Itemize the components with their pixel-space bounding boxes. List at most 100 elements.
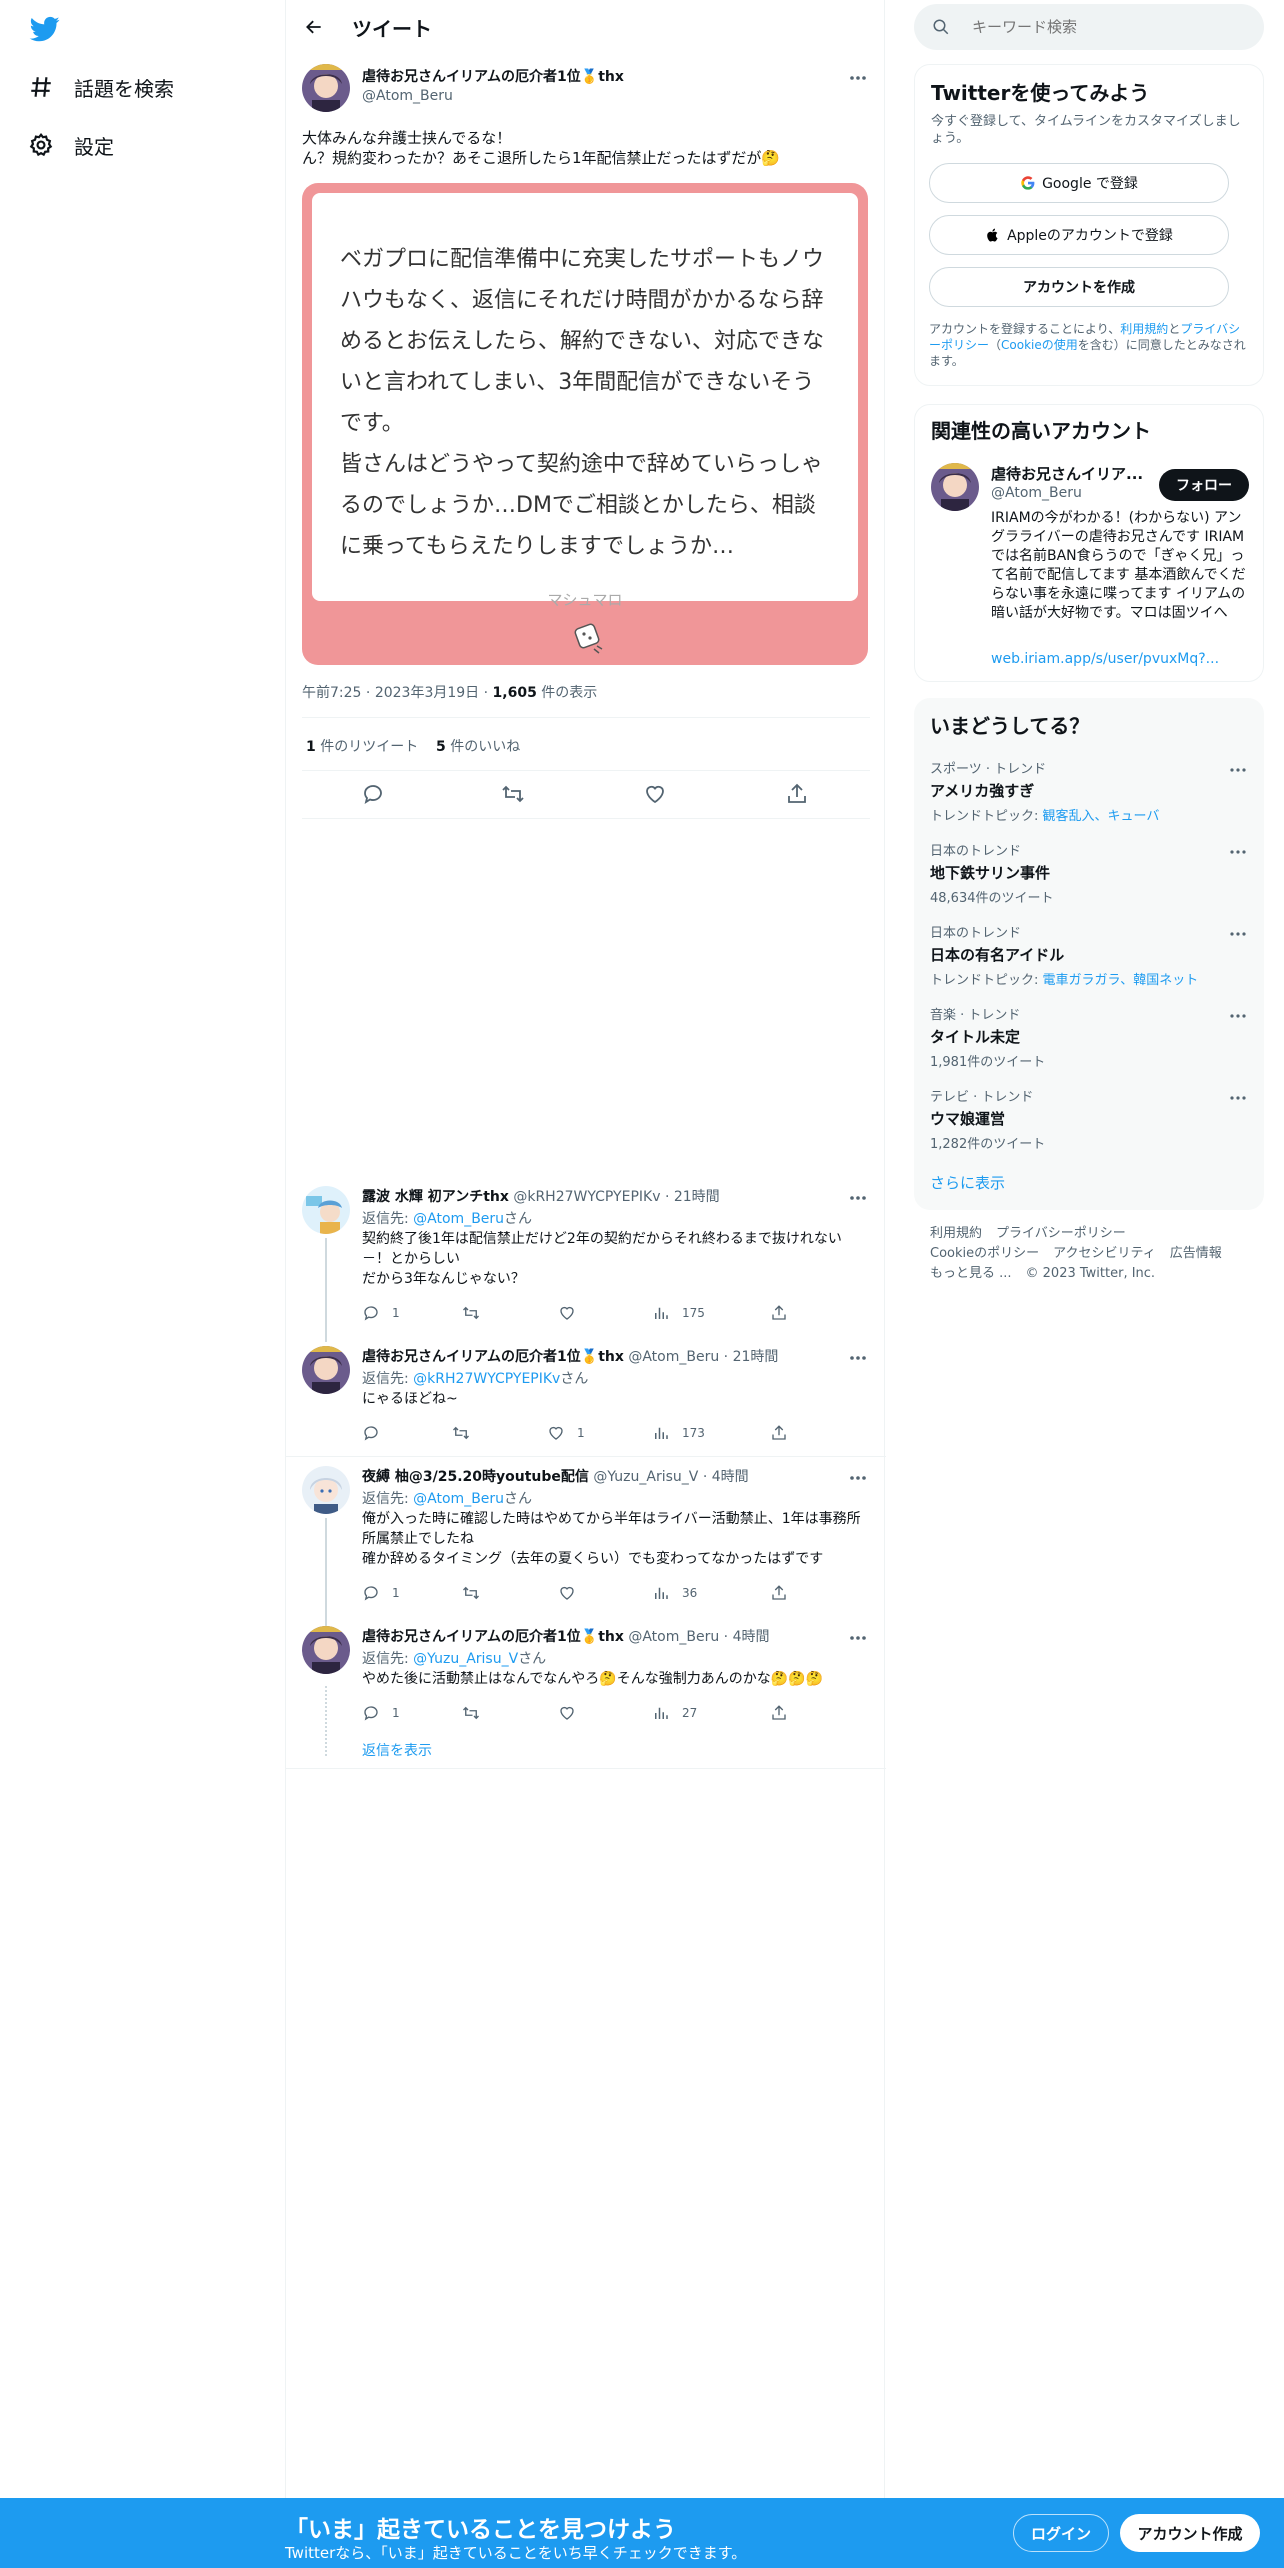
search-box[interactable]	[914, 4, 1264, 50]
retweet-button[interactable]	[462, 1584, 492, 1602]
share-button[interactable]	[770, 1584, 800, 1602]
reply-author-name[interactable]: 夜縛 柚@3/25.20時youtube配信	[362, 1469, 589, 1485]
avatar[interactable]	[302, 1626, 350, 1674]
retweets-stat[interactable]: 1 件のリツイート	[306, 739, 418, 755]
tweet-author-name[interactable]: 虐待お兄さんイリアムの厄介者1位🥇thx	[362, 66, 624, 86]
share-button[interactable]	[770, 1704, 800, 1722]
reply-author-handle[interactable]: @Atom_Beru	[628, 1629, 719, 1645]
apple-signup-button[interactable]: Appleのアカウントで登録	[929, 215, 1229, 255]
likes-stat[interactable]: 5 件のいいね	[436, 739, 520, 755]
avatar[interactable]	[931, 463, 979, 511]
marshmallow-image[interactable]: ベガプロに配信準備中に充実したサポートもノウハウもなく、返信にそれだけ時間がかか…	[302, 183, 868, 665]
share-icon[interactable]	[785, 782, 809, 806]
views-button[interactable]: 36	[652, 1584, 697, 1602]
share-button[interactable]	[770, 1424, 800, 1442]
avatar[interactable]	[302, 64, 350, 112]
reply-time[interactable]: 4時間	[733, 1629, 770, 1645]
more-options-icon[interactable]	[846, 1186, 870, 1210]
nav-explore[interactable]: 話題を検索	[28, 67, 174, 107]
trend-item[interactable]: 日本のトレンド 日本の有名アイドル トレンドトピック: 電車ガラガラ、韓国ネット	[930, 922, 1248, 988]
more-options-icon[interactable]	[1228, 1006, 1248, 1026]
footer-ads-link[interactable]: 広告情報	[1170, 1246, 1222, 1261]
like-button[interactable]	[558, 1304, 588, 1322]
retweet-button[interactable]	[462, 1704, 492, 1722]
like-button[interactable]	[558, 1704, 588, 1722]
trend-item[interactable]: テレビ · トレンド ウマ娘運営 1,282件のツイート	[930, 1086, 1248, 1152]
reply-button[interactable]: 1	[362, 1584, 400, 1602]
reply-time[interactable]: 21時間	[674, 1189, 720, 1205]
cookie-link[interactable]: Cookieの使用	[1001, 338, 1078, 352]
footer-cookie-link[interactable]: Cookieのポリシー	[930, 1246, 1039, 1261]
reply-button[interactable]	[362, 1424, 392, 1442]
avatar[interactable]	[302, 1466, 350, 1514]
reply-button[interactable]: 1	[362, 1304, 400, 1322]
reply-author-handle[interactable]: @kRH27WYCPYEPIKv	[513, 1189, 660, 1205]
follow-button[interactable]: フォロー	[1159, 469, 1249, 501]
create-account-button[interactable]: アカウントを作成	[929, 267, 1229, 307]
signup-button[interactable]: アカウント作成	[1120, 2514, 1260, 2552]
footer-more-link[interactable]: もっと見る ...	[930, 1266, 1012, 1281]
reply-time[interactable]: 21時間	[733, 1349, 779, 1365]
show-more-trends-link[interactable]: さらに表示	[930, 1172, 1005, 1193]
views-button[interactable]: 27	[652, 1704, 697, 1722]
marshmallow-footer: マシュマロ	[547, 591, 623, 609]
retweet-icon[interactable]	[501, 782, 525, 806]
terms-link[interactable]: 利用規約	[1120, 322, 1168, 336]
login-button[interactable]: ログイン	[1013, 2514, 1109, 2552]
reply-author-name[interactable]: 虐待お兄さんイリアムの厄介者1位🥇thx	[362, 1629, 624, 1645]
reply-author-handle[interactable]: @Atom_Beru	[628, 1349, 719, 1365]
views-button[interactable]: 173	[652, 1424, 705, 1442]
more-options-icon[interactable]	[846, 66, 870, 90]
more-options-icon[interactable]	[846, 1466, 870, 1490]
reply-to-link[interactable]: @Yuzu_Arisu_V	[413, 1651, 518, 1667]
reply-to-link[interactable]: @kRH27WYCPYEPIKv	[413, 1371, 560, 1387]
related-account-name[interactable]: 虐待お兄さんイリア...	[991, 463, 1151, 484]
marshmallow-text: ベガプロに配信準備中に充実したサポートもノウハウもなく、返信にそれだけ時間がかか…	[340, 239, 836, 567]
trend-item[interactable]: 音楽 · トレンド タイトル未定 1,981件のツイート	[930, 1004, 1248, 1070]
tweet-author-handle[interactable]: @Atom_Beru	[362, 88, 453, 104]
footer-privacy-link[interactable]: プライバシーポリシー	[996, 1226, 1126, 1241]
retweet-button[interactable]	[452, 1424, 482, 1442]
trend-item[interactable]: 日本のトレンド 地下鉄サリン事件 48,634件のツイート	[930, 840, 1248, 906]
related-account-link[interactable]: web.iriam.app/s/user/pvuxMq?...	[991, 651, 1219, 667]
more-options-icon[interactable]	[1228, 760, 1248, 780]
reply-author-name[interactable]: 露波 水輝 初アンチthx	[362, 1189, 509, 1205]
related-account-handle[interactable]: @Atom_Beru	[991, 485, 1082, 501]
reply-to-link[interactable]: @Atom_Beru	[413, 1211, 504, 1227]
footer-terms-link[interactable]: 利用規約	[930, 1226, 982, 1241]
more-options-icon[interactable]	[846, 1626, 870, 1650]
avatar[interactable]	[302, 1186, 350, 1234]
back-button[interactable]	[296, 9, 332, 45]
twitter-logo-icon[interactable]	[28, 14, 62, 44]
reply-time[interactable]: 4時間	[712, 1469, 749, 1485]
more-options-icon[interactable]	[846, 1346, 870, 1370]
reply-author-name[interactable]: 虐待お兄さんイリアムの厄介者1位🥇thx	[362, 1349, 624, 1365]
like-button[interactable]	[558, 1584, 588, 1602]
show-replies-link[interactable]: 返信を表示	[362, 1740, 432, 1760]
nav-settings[interactable]: 設定	[28, 125, 114, 165]
reply-button[interactable]: 1	[362, 1704, 400, 1722]
reply-header: 虐待お兄さんイリアムの厄介者1位🥇thx @Atom_Beru · 21時間	[362, 1349, 779, 1365]
more-options-icon[interactable]	[1228, 924, 1248, 944]
views-button[interactable]: 175	[652, 1304, 705, 1322]
retweet-button[interactable]	[462, 1304, 492, 1322]
signup-panel-title: Twitterを使ってみよう	[931, 81, 1150, 105]
trend-item[interactable]: スポーツ · トレンド アメリカ強すぎ トレンドトピック: 観客乱入、キューバ	[930, 758, 1248, 824]
like-icon	[549, 1426, 563, 1440]
reply-icon[interactable]	[361, 782, 385, 806]
reply-to-line: 返信先: @Atom_Beruさん	[362, 1491, 533, 1507]
more-options-icon[interactable]	[1228, 1088, 1248, 1108]
reply-to-link[interactable]: @Atom_Beru	[413, 1491, 504, 1507]
reply-icon	[364, 1306, 378, 1321]
google-signup-button[interactable]: Google で登録	[929, 163, 1229, 203]
tweet-date[interactable]: 2023年3月19日	[375, 685, 479, 701]
reply-author-handle[interactable]: @Yuzu_Arisu_V	[593, 1469, 698, 1485]
share-button[interactable]	[770, 1304, 800, 1322]
search-input[interactable]	[972, 18, 1232, 36]
tweet-time[interactable]: 午前7:25	[302, 685, 361, 701]
more-options-icon[interactable]	[1228, 842, 1248, 862]
footer-accessibility-link[interactable]: アクセシビリティ	[1053, 1246, 1156, 1261]
like-button[interactable]: 1	[547, 1424, 585, 1442]
like-icon[interactable]	[643, 782, 667, 806]
avatar[interactable]	[302, 1346, 350, 1394]
